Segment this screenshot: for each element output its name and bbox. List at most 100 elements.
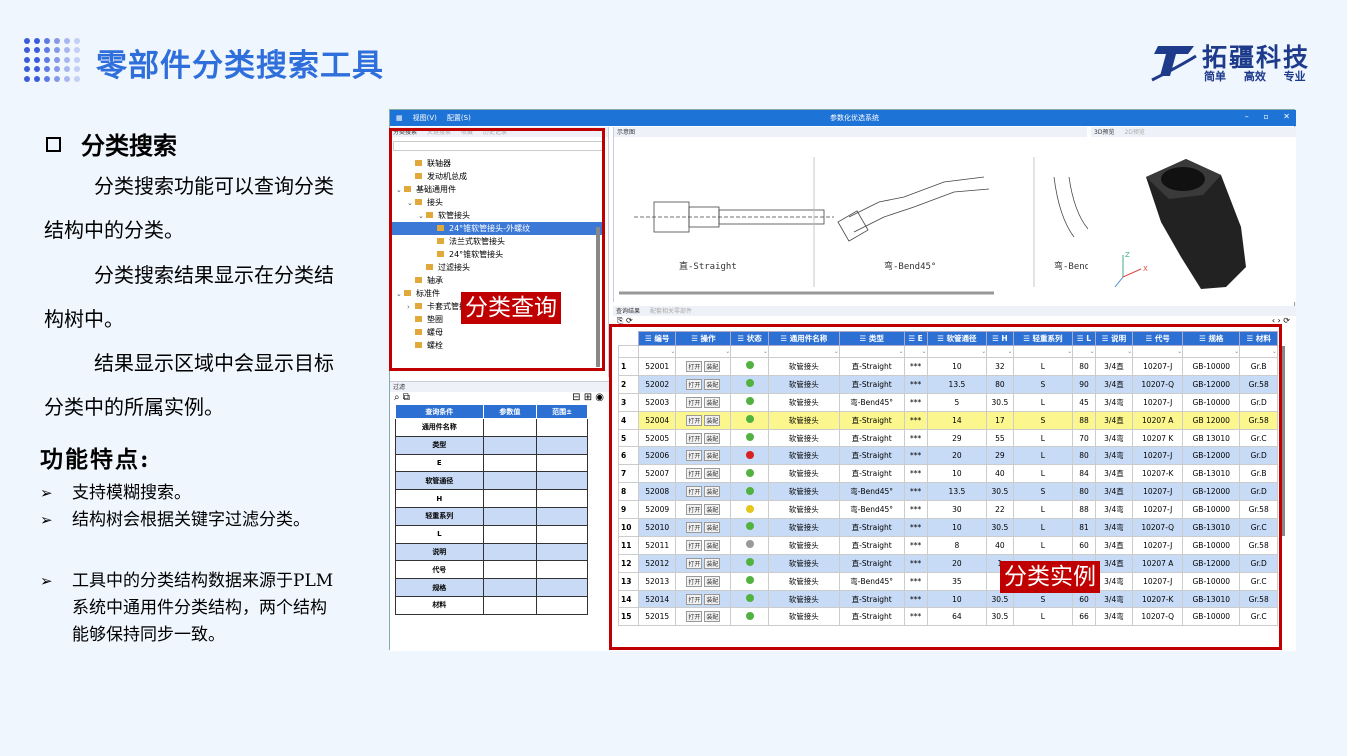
query-value-input[interactable] xyxy=(482,560,538,580)
query-callout: 分类查询 xyxy=(461,292,561,324)
query-col-value: 参数值 xyxy=(482,404,538,419)
query-value-input[interactable] xyxy=(482,471,538,491)
query-value-input[interactable] xyxy=(482,489,538,508)
query-range-input[interactable] xyxy=(536,578,588,597)
dot xyxy=(64,47,70,54)
query-value-input[interactable] xyxy=(482,595,538,615)
filter-icon[interactable]: ⧉ xyxy=(403,392,410,403)
feature-item: ➢ 工具中的分类结构数据来源于PLM系统中通用件分类结构，两个结构能够保持同步一致… xyxy=(40,568,340,649)
query-range-input[interactable] xyxy=(536,524,588,544)
dot xyxy=(44,38,50,44)
window-controls[interactable]: – ▫ ✕ xyxy=(1245,112,1290,121)
query-condition: 材料 xyxy=(395,595,484,615)
query-table[interactable]: 查询条件 参数值 范围± 通用件名称 类型 E 软管通径 H 轻重系列 L 说明 代号 规格 材料 xyxy=(395,404,588,615)
query-row[interactable]: L xyxy=(395,524,588,544)
instance-callout: 分类实例 xyxy=(1000,561,1100,593)
query-row[interactable]: 通用件名称 xyxy=(395,418,588,437)
arrow-bullet-icon: ➢ xyxy=(40,511,53,529)
preview-tabs[interactable]: 3D预览 2D预览 xyxy=(1091,127,1296,137)
dot xyxy=(44,56,50,63)
query-condition: 轻重系列 xyxy=(395,506,484,526)
menu-config[interactable]: 配置(S) xyxy=(447,114,471,122)
query-range-input[interactable] xyxy=(536,506,588,526)
query-col-condition: 查询条件 xyxy=(395,404,484,419)
run-icon[interactable]: ⊟ ⊞ ◉ xyxy=(572,392,604,403)
dot xyxy=(24,75,30,82)
svg-text:Z: Z xyxy=(1125,251,1130,259)
query-toolbar[interactable]: ⌕ ⧉ ⊟ ⊞ ◉ xyxy=(394,392,604,403)
query-range-input[interactable] xyxy=(536,595,588,615)
window-title: 参数化优选系统 xyxy=(830,114,879,122)
logo-slogan: 简单 高效 专业 xyxy=(1204,70,1306,83)
dot xyxy=(74,75,80,82)
query-condition: 通用件名称 xyxy=(395,418,484,437)
arrow-bullet-icon: ➢ xyxy=(40,572,53,590)
dot xyxy=(54,75,60,82)
query-row[interactable]: E xyxy=(395,453,588,473)
query-condition: 规格 xyxy=(395,578,484,597)
dot xyxy=(74,56,80,63)
query-row[interactable]: 规格 xyxy=(395,578,588,597)
query-range-input[interactable] xyxy=(536,435,588,455)
dot xyxy=(64,75,70,82)
instance-highlight-box: 分类实例 xyxy=(609,324,1282,650)
query-value-input[interactable] xyxy=(482,506,538,526)
dot xyxy=(24,56,30,63)
page-title: 零部件分类搜索工具 xyxy=(96,48,384,84)
query-value-input[interactable] xyxy=(482,453,538,473)
query-row[interactable]: 软管通径 xyxy=(395,471,588,491)
paragraph-2: 分类搜索结果显示在分类结构树中。 xyxy=(44,263,334,331)
query-value-input[interactable] xyxy=(482,524,538,544)
dot xyxy=(24,38,30,44)
query-range-input[interactable] xyxy=(536,560,588,580)
query-value-input[interactable] xyxy=(482,435,538,455)
query-condition: 说明 xyxy=(395,542,484,562)
query-condition: H xyxy=(395,489,484,508)
query-condition: L xyxy=(395,524,484,544)
search-icon[interactable]: ⌕ xyxy=(394,392,400,403)
query-range-input[interactable] xyxy=(536,471,588,491)
paragraph-1: 分类搜索功能可以查询分类结构中的分类。 xyxy=(44,174,334,242)
query-highlight-box: 分类查询 xyxy=(389,128,605,371)
query-row[interactable]: 轻重系列 xyxy=(395,506,588,526)
feature-item: ➢ 支持模糊搜索。 xyxy=(40,480,340,507)
3d-model-view[interactable]: X Z xyxy=(1091,137,1296,302)
query-row[interactable]: 材料 xyxy=(395,595,588,615)
query-row[interactable]: H xyxy=(395,489,588,508)
query-value-input[interactable] xyxy=(482,418,538,437)
dot xyxy=(54,38,60,44)
results-tabs[interactable]: 查询结果 配套相关零部件 xyxy=(613,306,1296,316)
svg-text:X: X xyxy=(1143,265,1148,273)
dot xyxy=(34,56,40,63)
query-row[interactable]: 类型 xyxy=(395,435,588,455)
query-condition: E xyxy=(395,453,484,473)
query-row[interactable]: 说明 xyxy=(395,542,588,562)
dot xyxy=(34,75,40,82)
query-value-input[interactable] xyxy=(482,542,538,562)
dot xyxy=(24,47,30,54)
query-range-input[interactable] xyxy=(536,542,588,562)
query-value-input[interactable] xyxy=(482,578,538,597)
dot xyxy=(54,56,60,63)
feature-item: ➢ 结构树会根据关键字过滤分类。 xyxy=(40,507,340,534)
diagram-pane: 示意图 直-Straight 弯-Bend45° 弯-Bend90° xyxy=(613,127,1106,302)
query-col-range: 范围± xyxy=(536,404,588,419)
query-range-input[interactable] xyxy=(536,489,588,508)
menu-view[interactable]: 视图(V) xyxy=(413,114,437,122)
query-range-input[interactable] xyxy=(536,453,588,473)
dot xyxy=(64,66,70,73)
arrow-bullet-icon: ➢ xyxy=(40,484,53,502)
diagram-label-straight: 直-Straight xyxy=(679,260,737,272)
query-condition: 代号 xyxy=(395,560,484,580)
query-condition: 软管通径 xyxy=(395,471,484,491)
query-range-input[interactable] xyxy=(536,418,588,437)
query-tab: 过滤 xyxy=(390,382,609,392)
query-row[interactable]: 代号 xyxy=(395,560,588,580)
dot xyxy=(74,47,80,54)
query-condition: 类型 xyxy=(395,435,484,455)
title-bar: ▦ 视图(V) 配置(S) 参数化优选系统 – ▫ ✕ xyxy=(390,110,1296,126)
part-diagrams[interactable]: 直-Straight 弯-Bend45° 弯-Bend90° xyxy=(614,137,1106,302)
decor-dots xyxy=(24,38,80,84)
dot xyxy=(64,38,70,44)
section-heading: 分类搜索 xyxy=(46,126,177,161)
